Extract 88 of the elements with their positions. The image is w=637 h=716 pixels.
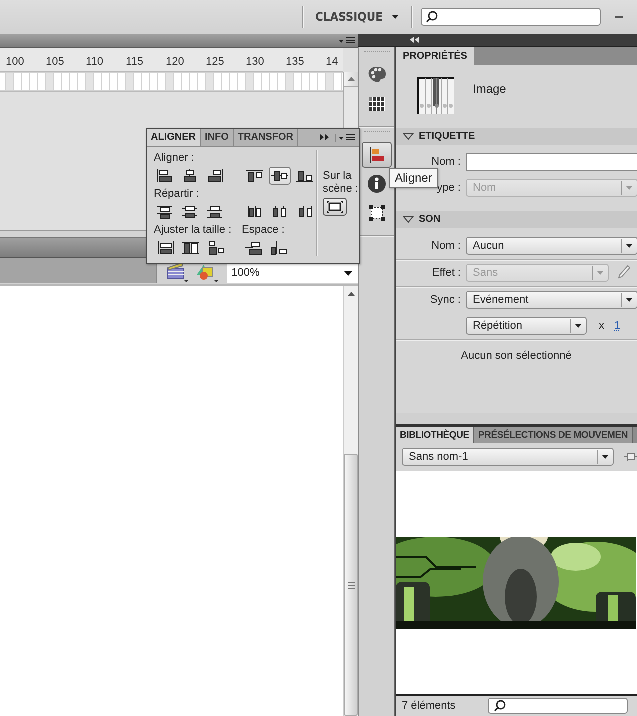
section-label: Espace : [242, 224, 286, 237]
section-title: SON [419, 214, 441, 225]
stage-label: Sur la scène : [323, 170, 360, 196]
caret-icon [626, 244, 633, 248]
scroll-up-icon[interactable] [348, 292, 354, 296]
align-tool-button[interactable] [268, 167, 292, 185]
grip-icon [348, 582, 354, 588]
caret-icon [602, 455, 609, 459]
panel-splitter[interactable] [396, 413, 637, 427]
pencil-icon[interactable] [618, 265, 630, 281]
distribute-middle-icon [181, 205, 200, 219]
panel-tab[interactable]: BIBLIOTHÈQUE [396, 427, 474, 443]
search-field[interactable] [488, 698, 628, 714]
splitter-bar[interactable] [0, 230, 146, 238]
dropdown[interactable]: Répétition [466, 317, 587, 335]
align-middle-icon [270, 169, 289, 183]
align-top-icon [246, 169, 264, 183]
frame-number: 135 [286, 56, 306, 68]
pin-icon[interactable] [624, 451, 637, 463]
frame-number: 125 [206, 56, 226, 68]
search-icon [426, 11, 438, 23]
frame-number: 14 [326, 56, 340, 68]
caret-icon [392, 15, 399, 19]
field-label: Nom : [430, 240, 462, 252]
caret-icon [575, 324, 582, 328]
frame-number: 105 [46, 56, 66, 68]
workspace-menu[interactable]: CLASSIQUE [312, 8, 403, 26]
align-right-icon [206, 169, 224, 183]
scroll-up-icon[interactable] [348, 77, 354, 81]
space-horizontal-icon [270, 241, 288, 255]
panel-tab[interactable]: ALIGNER [147, 129, 201, 146]
frame-symbol-icon [417, 77, 455, 115]
match-height-icon [182, 241, 200, 255]
frame-number: 115 [126, 56, 145, 68]
times-label: x [599, 320, 604, 332]
caret-icon [626, 298, 633, 302]
status-text: Aucun son sélectionné [460, 349, 573, 362]
collapse-triangle-icon[interactable] [403, 216, 414, 223]
dropdown[interactable]: Aucun [466, 237, 637, 255]
item-count: 7 éléments [402, 700, 456, 712]
align-bottom-icon [296, 169, 314, 183]
caret-icon [344, 270, 353, 276]
panel-menu-icon[interactable] [339, 36, 355, 44]
frame-number: 110 [86, 56, 105, 68]
caret-icon [626, 186, 633, 190]
grid-icon [366, 94, 386, 114]
repeat-count[interactable]: 1 [614, 320, 621, 332]
distribute-top-icon [156, 205, 174, 219]
object-type: Image [473, 82, 506, 98]
field-label: Sync : [429, 294, 462, 306]
panel-tab[interactable]: PROPRIÉTÉS [396, 47, 474, 65]
collapse-triangle-icon[interactable] [403, 133, 414, 140]
section-label: Répartir : [154, 188, 200, 201]
stage-toggle[interactable] [323, 198, 347, 216]
section-header[interactable]: SON [396, 211, 637, 228]
input-field[interactable] [466, 153, 637, 171]
field-label: Nom : [430, 156, 462, 168]
panel-dock-button[interactable] [362, 142, 392, 168]
match-size-icon [206, 241, 224, 255]
panel-tab[interactable]: PRÉSÉLECTIONS DE MOUVEMEN [474, 427, 634, 443]
section-label: Aligner : [154, 152, 196, 165]
transform-icon [366, 203, 386, 223]
stage-frame-icon [327, 201, 343, 213]
match-width-icon [156, 241, 174, 255]
info-icon [366, 174, 386, 194]
search-field[interactable] [421, 8, 601, 26]
caret-icon [597, 271, 604, 275]
distribute-center-icon [270, 205, 289, 219]
field-label: Effet : [431, 267, 462, 279]
field-label: ype : [436, 182, 462, 194]
align-left-icon [156, 169, 174, 183]
tooltip: Aligner [389, 168, 438, 188]
search-icon [494, 700, 506, 712]
dropdown[interactable]: Evénement [466, 291, 637, 309]
scrollbar[interactable] [343, 286, 358, 716]
section-header[interactable]: ETIQUETTE [396, 128, 637, 145]
palette-icon [366, 65, 386, 85]
section-title: ETIQUETTE [419, 131, 476, 142]
frame-number: 100 [6, 56, 26, 68]
expand-icon[interactable] [320, 134, 329, 141]
zoom-dropdown[interactable]: 100% [226, 263, 358, 283]
space-vertical-icon [244, 241, 262, 255]
distribute-bottom-icon [206, 205, 224, 219]
frame-number: 120 [166, 56, 186, 68]
panel-menu-icon[interactable] [335, 134, 355, 142]
document-dropdown[interactable]: Sans nom-1 [402, 448, 614, 466]
frame-number: 130 [246, 56, 266, 68]
section-label: Ajuster la taille : [154, 224, 233, 237]
